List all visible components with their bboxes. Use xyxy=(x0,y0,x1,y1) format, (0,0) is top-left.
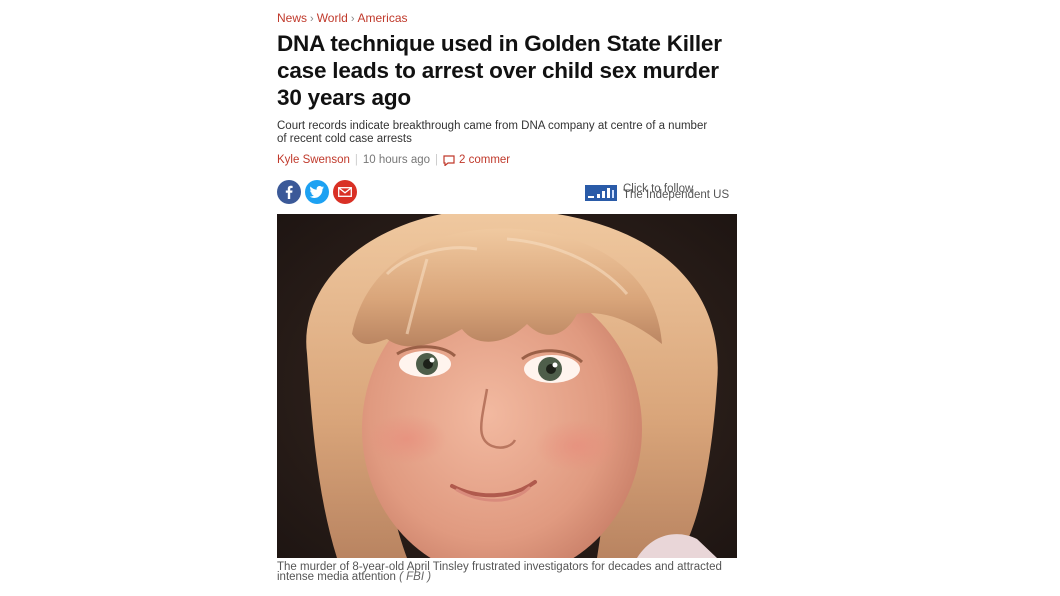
author-link[interactable]: Kyle Swenson xyxy=(277,154,350,166)
article-lead-photo xyxy=(277,214,737,558)
portrait-image xyxy=(277,214,737,558)
breadcrumb-news-link[interactable]: News xyxy=(277,11,307,25)
comments-link[interactable]: 2 commer xyxy=(443,154,510,166)
photo-credit: ( FBI ) xyxy=(399,571,432,583)
breadcrumb-americas-link[interactable]: Americas xyxy=(357,11,407,25)
follow-button[interactable]: Click to follow The Independent US xyxy=(585,183,763,203)
comments-count: 2 commer xyxy=(459,154,511,166)
byline-divider: | xyxy=(354,154,358,166)
breadcrumb-separator: › xyxy=(350,13,355,25)
breadcrumb-world-link[interactable]: World xyxy=(317,11,348,25)
article-standfirst: Court records indicate breakthrough came… xyxy=(277,120,708,145)
breadcrumb-separator: › xyxy=(310,13,314,25)
article-headline: DNA technique used in Golden State Kille… xyxy=(277,31,722,110)
caption-text: The murder of 8-year-old April Tinsley f… xyxy=(277,561,722,583)
twitter-share-button[interactable] xyxy=(305,180,329,204)
comment-icon xyxy=(443,154,455,166)
email-icon xyxy=(338,187,352,197)
publish-time: 10 hours ago xyxy=(362,154,431,166)
breadcrumb: News › World › Americas xyxy=(277,11,408,25)
byline: Kyle Swenson | 10 hours ago | 2 commer xyxy=(277,154,510,166)
the-independent-logo-icon xyxy=(585,185,617,201)
byline-divider: | xyxy=(435,154,439,166)
facebook-share-button[interactable] xyxy=(277,180,301,204)
photo-caption: The murder of 8-year-old April Tinsley f… xyxy=(277,561,737,583)
email-share-button[interactable] xyxy=(333,180,357,204)
share-bar xyxy=(277,180,361,204)
twitter-icon xyxy=(310,186,324,198)
follow-label: Click to follow The Independent US xyxy=(623,183,763,203)
facebook-icon xyxy=(285,185,293,199)
follow-publication-name: The Independent US xyxy=(623,189,730,201)
